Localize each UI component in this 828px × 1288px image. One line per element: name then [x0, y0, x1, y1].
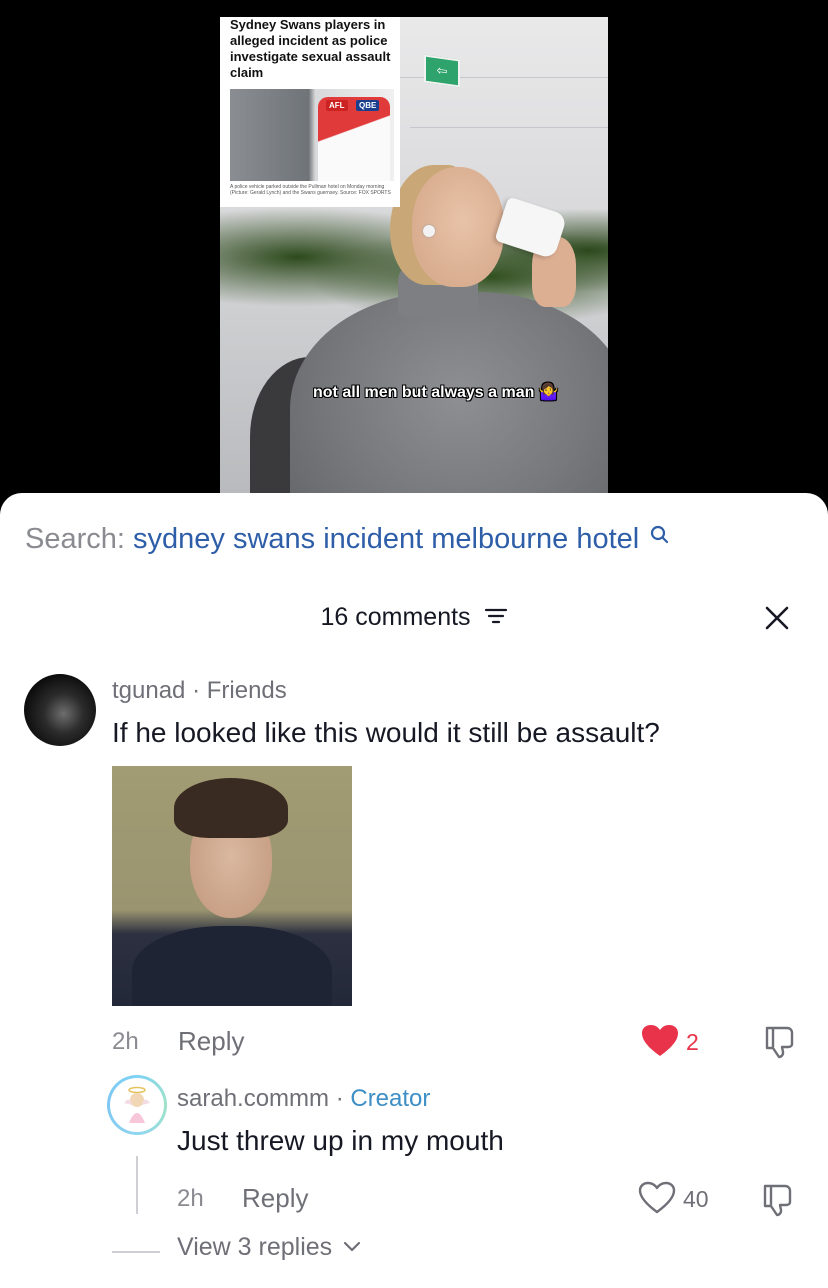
comment-text: Just threw up in my mouth — [177, 1125, 504, 1156]
filter-icon[interactable] — [484, 606, 508, 626]
search-suggestion[interactable]: Search: sydney swans incident melbourne … — [25, 523, 669, 556]
thread-line — [136, 1156, 138, 1214]
view-replies-label: View 3 replies — [177, 1233, 333, 1261]
ceiling-line — [410, 127, 608, 128]
close-icon[interactable] — [764, 605, 790, 631]
dislike-icon[interactable] — [759, 1182, 795, 1218]
separator: · — [185, 677, 207, 704]
search-icon — [651, 525, 669, 544]
news-headline: Sydney Swans players in alleged incident… — [230, 17, 391, 80]
separator: · — [329, 1085, 351, 1112]
view-replies-button[interactable]: View 3 replies — [177, 1233, 361, 1262]
afl-logo: AFL — [326, 100, 348, 111]
earring — [423, 225, 435, 237]
video-area: ⇦ Sydney Swans players in alleged incide… — [0, 0, 828, 500]
news-screenshot: Sydney Swans players in alleged incident… — [220, 17, 400, 207]
search-prefix: Search: — [25, 523, 125, 555]
chevron-down-icon — [344, 1242, 361, 1252]
comment-time: 2h — [177, 1185, 204, 1212]
comment-author[interactable]: sarah.commm · Creator — [177, 1085, 430, 1113]
image-hair — [174, 778, 288, 838]
video-frame[interactable]: ⇦ Sydney Swans players in alleged incide… — [220, 17, 608, 494]
qbe-logo: QBE — [356, 100, 380, 111]
news-caption: A police vehicle parked outside the Pull… — [230, 184, 391, 196]
search-query[interactable]: sydney swans incident melbourne hotel — [133, 523, 639, 555]
relation-label: Friends — [206, 677, 287, 704]
reply-button[interactable]: Reply — [178, 1026, 244, 1057]
dislike-icon[interactable] — [761, 1024, 797, 1060]
reply-button[interactable]: Reply — [242, 1183, 308, 1214]
like-count: 40 — [683, 1186, 709, 1212]
angel-emoji-icon — [124, 1086, 150, 1123]
username[interactable]: tgunad — [112, 677, 185, 704]
news-photo-jersey: AFL QBE — [318, 97, 390, 181]
avatar[interactable] — [107, 1075, 167, 1135]
comment-text: If he looked like this would it still be… — [112, 717, 660, 748]
image-shirt — [132, 926, 332, 1006]
comment-author[interactable]: tgunad · Friends — [112, 677, 287, 705]
exit-sign: ⇦ — [424, 54, 460, 88]
like-count: 2 — [686, 1029, 699, 1055]
avatar-inner — [110, 1078, 164, 1132]
creator-label: Creator — [350, 1085, 431, 1112]
comment-image[interactable] — [112, 766, 352, 1006]
news-photo: AFL QBE — [230, 89, 394, 181]
comment-time: 2h — [112, 1028, 139, 1055]
comments-count: 16 comments — [320, 603, 471, 631]
video-caption: not all men but always a man 🤷‍♀️ — [313, 384, 559, 401]
username[interactable]: sarah.commm — [177, 1085, 329, 1112]
view-replies-divider — [112, 1251, 160, 1253]
avatar[interactable] — [24, 674, 96, 746]
comments-header[interactable]: 16 comments — [0, 603, 828, 632]
heart-outline-icon[interactable] — [638, 1181, 676, 1215]
heart-filled-icon[interactable] — [641, 1024, 679, 1058]
comments-sheet: Search: sydney swans incident melbourne … — [0, 493, 828, 1288]
